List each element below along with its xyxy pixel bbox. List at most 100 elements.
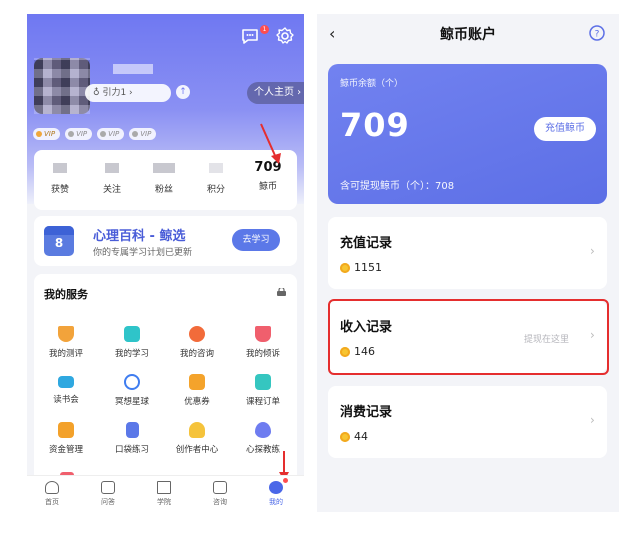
service-creator-center[interactable]: 创作者中心 [165,422,229,455]
service-pocket-practice[interactable]: 口袋练习 [100,422,164,455]
tab-label: 我的 [269,498,283,506]
nickname-blurred [113,64,153,74]
stat-following[interactable]: 关注 [86,150,138,210]
coin-icon [340,432,350,442]
svg-text:?: ? [595,30,600,40]
my-services-panel: 我的服务 我的测评 我的学习 我的咨询 我的倾诉 读书会 冥想星球 优惠券 课程… [34,274,297,480]
service-book-club[interactable]: 读书会 [34,374,98,405]
balance-label: 鲸币余额（个） [340,79,404,89]
service-my-assessment[interactable]: 我的测评 [34,326,98,359]
tab-mine[interactable]: 我的 [251,481,301,507]
tab-academy[interactable]: 学院 [139,481,189,507]
service-my-learning[interactable]: 我的学习 [100,326,164,359]
go-study-button[interactable]: 去学习 [232,229,280,251]
tab-label: 咨询 [213,498,227,506]
tab-home[interactable]: 首页 [27,481,77,507]
page-title: 鲸币账户 [440,27,496,43]
service-my-confide[interactable]: 我的倾诉 [231,326,295,359]
graduation-cap-icon [58,376,74,388]
service-label: 优惠券 [184,397,210,407]
books-icon [157,481,171,494]
record-value: 1151 [354,261,382,274]
tab-consult[interactable]: 咨询 [195,481,245,507]
banner-title: 心理百科 - 鲸选 [93,229,186,244]
chevron-right-icon: › [590,244,595,258]
blurred-value [153,163,175,173]
message-icon[interactable] [239,25,261,47]
arrow-up-icon[interactable]: ↑ [176,85,190,99]
services-title: 我的服务 [44,288,88,301]
balance-amount: 709 [340,106,410,144]
red-arrow-annotation [260,123,281,164]
blurred-value [209,163,223,173]
home-icon [45,481,59,494]
calendar-day: 8 [54,236,64,250]
power-pill[interactable]: ♁ 引力1 › [85,84,171,102]
list-icon [255,374,271,390]
blurred-value [53,163,67,173]
calendar-icon: 8 [44,226,74,256]
service-label: 课程订单 [245,397,280,407]
stats-card: 获赞 关注 粉丝 积分 709 鲸币 [34,150,297,210]
vip-badge[interactable]: VIP [97,128,125,140]
withdrawable-amount: 含可提现鲸币（个）：708 [340,181,455,192]
blurred-value [105,163,119,173]
cup-icon [255,326,271,342]
tab-red-dot [283,478,288,483]
tab-qa[interactable]: 问答 [83,481,133,507]
tab-label: 学院 [157,498,171,506]
study-plan-banner[interactable]: 8 心理百科 - 鲸选 你的专属学习计划已更新 去学习 [34,216,297,266]
service-label: 读书会 [53,395,79,405]
stat-label: 关注 [102,185,121,195]
qa-icon [101,481,115,494]
balance-card: 鲸币余额（个） 709 充值鲸币 含可提现鲸币（个）：708 [328,64,607,204]
service-label: 我的学习 [114,349,149,359]
record-value: 44 [354,430,368,443]
stat-likes[interactable]: 获赞 [34,150,86,210]
coupon-icon [189,374,205,390]
recharge-record-row[interactable]: 充值记录 1151 › [328,217,607,289]
avatar[interactable] [34,58,90,114]
homepage-button[interactable]: 个人主页 › [247,82,304,104]
service-meditation-planet[interactable]: 冥想星球 [100,374,164,407]
service-label: 冥想星球 [114,397,149,407]
power-label: 引力1 [102,88,127,98]
service-label: 我的倾诉 [245,349,280,359]
banner-subtitle: 你的专属学习计划已更新 [93,248,193,258]
profile-screen: 1 ♁ 引力1 › ↑ 个人主页 › VIP VIP VIP VIP 获赞 关注… [27,14,304,512]
stat-points[interactable]: 积分 [190,150,242,210]
flask-icon [58,326,74,342]
coin-icon [340,263,350,273]
whale-coin-account-screen: ‹ 鲸币账户 ? 鲸币余额（个） 709 充值鲸币 含可提现鲸币（个）：708 … [317,14,619,512]
consumption-record-row[interactable]: 消费记录 44 › [328,386,607,458]
video-icon [124,326,140,342]
planet-icon [124,374,140,390]
stat-fans[interactable]: 粉丝 [138,150,190,210]
record-title: 充值记录 [340,236,393,251]
vip-badge[interactable]: VIP [33,128,61,140]
gear-icon[interactable] [274,25,296,47]
service-label: 我的测评 [48,349,83,359]
service-fund-management[interactable]: 资金管理 [34,422,98,455]
notification-badge: 1 [260,25,269,34]
lock-icon[interactable] [277,288,286,296]
service-coupons[interactable]: 优惠券 [165,374,229,407]
stat-label: 获赞 [50,185,69,195]
stat-label: 鲸币 [258,182,277,192]
service-label: 资金管理 [48,445,83,455]
wallet-icon [58,422,74,438]
service-course-orders[interactable]: 课程订单 [231,374,295,407]
bottom-tab-bar: 首页 问答 学院 咨询 我的 [27,475,304,512]
help-icon[interactable]: ? [589,25,605,41]
recharge-button[interactable]: 充值鲸币 [534,117,596,141]
stat-label: 粉丝 [154,185,173,195]
tab-label: 问答 [101,498,115,506]
pocket-icon [125,422,139,438]
chat-icon [189,326,205,342]
service-my-consultation[interactable]: 我的咨询 [165,326,229,359]
service-label: 口袋练习 [114,445,149,455]
highlight-box-annotation [328,299,609,375]
vip-badge[interactable]: VIP [65,128,93,140]
chevron-right-icon: › [590,413,595,427]
vip-badge[interactable]: VIP [129,128,157,140]
